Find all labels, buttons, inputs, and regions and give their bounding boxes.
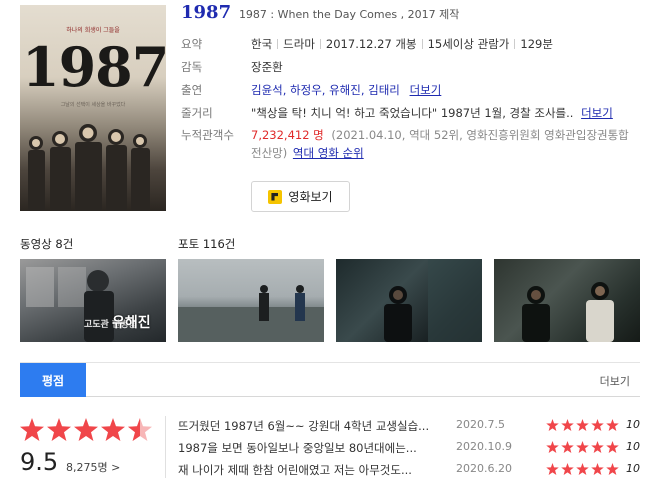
plot-row: 줄거리 "책상을 탁! 치니 억! 하고 죽었습니다" 1987년 1월, 경찰…: [181, 104, 641, 122]
all-time-ranking-link[interactable]: 역대 영화 순위: [293, 146, 364, 160]
star-icon: [591, 419, 604, 431]
plot-label: 줄거리: [181, 106, 213, 120]
summary-label: 요약: [181, 37, 203, 51]
ratings-more-link[interactable]: 더보기: [600, 373, 630, 389]
star-half-icon: [128, 418, 152, 441]
movie-poster[interactable]: 하나의 희생이 그들을 1987 그날의 선택이 세상을 바꾸었다: [20, 5, 166, 211]
review-stars: [546, 419, 621, 431]
star-icon: [606, 419, 619, 431]
photo-thumbnail-2[interactable]: [336, 259, 482, 342]
movie-title[interactable]: 1987: [181, 2, 231, 23]
country: 한국: [251, 37, 273, 51]
audience-note: (2021.04.10, 역대 52위, 영화진흥위원회 영화관입장권통합: [331, 128, 629, 142]
review-stars: [546, 463, 621, 475]
star-icon: [561, 419, 574, 431]
star-icon: [561, 441, 574, 453]
watch-button-label: 영화보기: [288, 190, 333, 204]
watch-movie-button[interactable]: 영화보기: [251, 181, 350, 212]
review-text[interactable]: 1987을 보면 동아일보나 중앙일보 80년대에는...: [178, 440, 448, 456]
tab-rating[interactable]: 평점: [20, 363, 86, 397]
star-icon: [20, 418, 44, 441]
genre: 드라마: [283, 37, 315, 51]
star-icon: [591, 441, 604, 453]
review-date: 2020.7.5: [456, 418, 505, 431]
review-text[interactable]: 뜨거웠던 1987년 6월~~ 강원대 4학년 교생실습...: [178, 418, 448, 434]
audience-count: 7,232,412 명: [251, 128, 324, 142]
star-icon: [546, 419, 559, 431]
review-score: 10: [626, 440, 640, 453]
audience-row: 누적관객수 7,232,412 명 (2021.04.10, 역대 52위, 영…: [181, 126, 641, 162]
divider: [319, 39, 321, 49]
average-score: 9.5: [20, 448, 59, 476]
star-icon: [546, 441, 559, 453]
poster-cast-illustration: [28, 124, 150, 211]
movie-subtitle: 1987 : When the Day Comes , 2017 제작: [238, 8, 460, 21]
movie-title-row: 1987 1987 : When the Day Comes , 2017 제작: [181, 2, 459, 23]
runtime: 129분: [520, 37, 553, 51]
poster-caption: 그날의 선택이 세상을 바꾸었다: [60, 102, 126, 108]
video-section-label[interactable]: 동영상 8건: [20, 236, 73, 252]
review-item[interactable]: 재 나이가 제때 한참 어린애였고 저는 아무것도... 2020.6.20 1…: [178, 462, 640, 480]
divider: [165, 416, 166, 478]
review-date: 2020.6.20: [456, 462, 512, 475]
photo-scene-illustration: [384, 259, 482, 342]
plot-more-link[interactable]: 더보기: [581, 106, 613, 120]
divider: [514, 39, 516, 49]
star-icon: [101, 418, 125, 441]
review-score: 10: [626, 462, 640, 475]
star-icon: [546, 463, 559, 475]
review-stars: [546, 441, 621, 453]
video-thumbnail[interactable]: 고도관 한병용 유해진: [20, 259, 166, 342]
director-link[interactable]: 장준환: [251, 58, 641, 76]
summary-row: 요약 한국 드라마 2017.12.27 개봉 15세이상 관람가 129분: [181, 35, 641, 53]
star-icon: [576, 441, 589, 453]
photo-section-label[interactable]: 포토 116건: [178, 236, 235, 252]
star-icon: [576, 419, 589, 431]
cast-links[interactable]: 김윤석, 하정우, 유해진, 김태리: [251, 83, 400, 97]
star-icon: [561, 463, 574, 475]
photo-scene-illustration: [178, 285, 324, 342]
release-date: 2017.12.27 개봉: [325, 37, 417, 51]
review-text[interactable]: 재 나이가 제때 한참 어린애였고 저는 아무것도...: [178, 462, 448, 478]
photo-thumbnail-1[interactable]: [178, 259, 324, 342]
cast-label: 출연: [181, 83, 203, 97]
director-row: 감독 장준환: [181, 58, 641, 76]
star-icon: [47, 418, 71, 441]
plot-text: "책상을 탁! 치니 억! 하고 죽었습니다" 1987년 1월, 경찰 조사를…: [251, 106, 574, 120]
star-icon: [606, 463, 619, 475]
review-item[interactable]: 1987을 보면 동아일보나 중앙일보 80년대에는... 2020.10.9 …: [178, 440, 640, 458]
poster-title: 1987: [22, 35, 166, 99]
star-icon: [576, 463, 589, 475]
director-label: 감독: [181, 60, 203, 74]
rating-tabbar: 평점 더보기: [20, 362, 640, 397]
average-star-rating: [20, 418, 155, 441]
age-rating: 15세이상 관람가: [427, 37, 510, 51]
summary-value: 한국 드라마 2017.12.27 개봉 15세이상 관람가 129분: [251, 35, 641, 53]
watch-service-icon: [268, 189, 283, 204]
photo-thumbnail-3[interactable]: [494, 259, 640, 342]
vote-count-link[interactable]: 8,275명 >: [66, 459, 120, 475]
video-caption-big: 유해진: [112, 315, 151, 331]
cast-row: 출연 김윤석, 하정우, 유해진, 김태리 더보기: [181, 81, 641, 99]
poster-tagline: 하나의 희생이 그들을: [66, 27, 120, 34]
audience-label: 누적관객수: [181, 128, 234, 142]
review-item[interactable]: 뜨거웠던 1987년 6월~~ 강원대 4학년 교생실습... 2020.7.5…: [178, 418, 640, 436]
divider: [421, 39, 423, 49]
review-score: 10: [626, 418, 640, 431]
review-date: 2020.10.9: [456, 440, 512, 453]
divider: [277, 39, 279, 49]
star-icon: [591, 463, 604, 475]
star-icon: [606, 441, 619, 453]
star-icon: [74, 418, 98, 441]
audience-note-cont: 전산망): [251, 146, 288, 160]
cast-more-link[interactable]: 더보기: [410, 83, 442, 97]
photo-scene-illustration: [522, 282, 614, 342]
